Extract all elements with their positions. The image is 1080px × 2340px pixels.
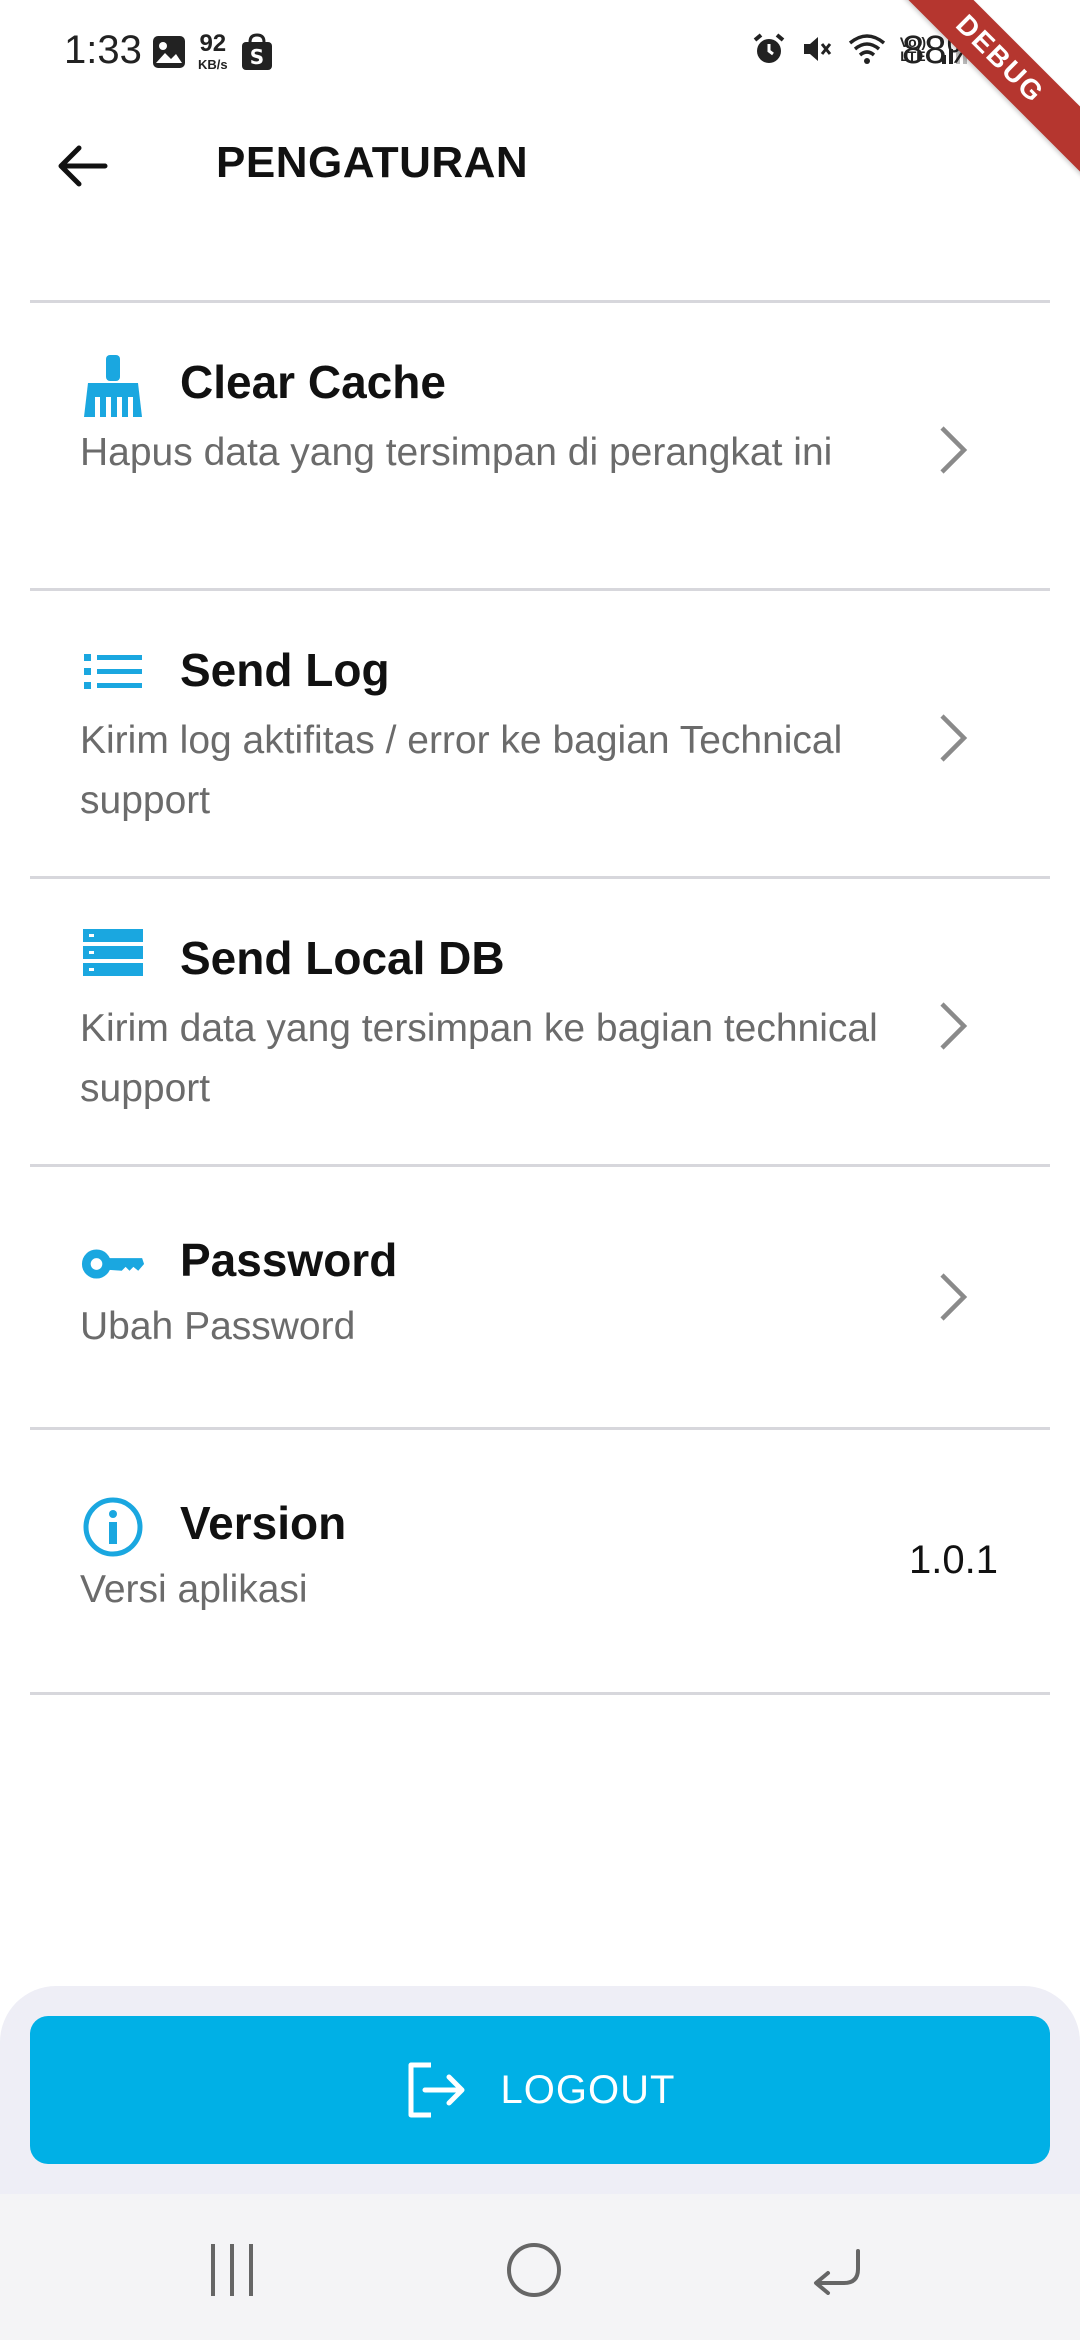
setting-send-log[interactable]: Send Log Kirim log aktifitas / error ke … [30,591,1050,876]
logout-button[interactable]: LOGOUT [30,2016,1050,2164]
chevron-right-icon [928,708,978,768]
setting-title: Clear Cache [180,356,446,408]
database-icon [80,919,146,985]
key-icon [80,1231,146,1297]
system-nav-bar [0,2194,1080,2340]
shopping-bag-icon: S [240,32,274,71]
setting-version: Version Versi aplikasi 1.0.1 [30,1430,1050,1692]
setting-description: Versi aplikasi [80,1568,308,1611]
setting-title: Send Local DB [180,932,505,984]
setting-title: Version [180,1497,347,1549]
network-speed: 92 KB/s [198,30,228,72]
app-bar: PENGATURAN [0,110,1080,220]
logout-icon [408,2062,465,2118]
network-speed-unit: KB/s [198,57,228,72]
alarm-icon [752,32,786,66]
info-icon [80,1494,146,1560]
svg-text:S: S [249,45,263,69]
network-speed-value: 92 [199,30,227,57]
settings-list: Clear Cache Hapus data yang tersimpan di… [30,300,1050,1695]
setting-description: Ubah Password [80,1305,356,1348]
status-time: 1:33 [64,28,142,72]
setting-password[interactable]: Password Ubah Password [30,1167,1050,1427]
status-bar: 1:33 92 KB/s S Vo)) LTE 88% DEBUG [0,0,1080,182]
wifi-icon [848,33,886,65]
setting-description: Kirim log aktifitas / error ke bagian Te… [80,719,843,822]
list-icon [80,639,146,705]
back-button[interactable] [44,128,120,204]
chevron-right-icon [928,996,978,1056]
gallery-icon [152,35,186,69]
mute-icon [800,32,834,66]
page-title: PENGATURAN [216,138,529,187]
setting-description: Hapus data yang tersimpan di perangkat i… [80,431,833,474]
setting-send-local-db[interactable]: Send Local DB Kirim data yang tersimpan … [30,879,1050,1164]
setting-title: Send Log [180,644,390,696]
arrow-left-icon [58,145,108,187]
broom-icon [80,353,146,419]
recent-apps-button[interactable] [192,2230,272,2310]
divider [30,1692,1050,1695]
version-value: 1.0.1 [909,1538,998,1582]
setting-clear-cache[interactable]: Clear Cache Hapus data yang tersimpan di… [30,303,1050,588]
chevron-right-icon [928,1267,978,1327]
back-nav-button[interactable] [796,2230,876,2310]
home-icon [507,2243,561,2297]
recent-apps-icon [211,2244,253,2296]
chevron-right-icon [928,420,978,480]
setting-title: Password [180,1234,398,1286]
back-nav-icon [814,2249,860,2295]
logout-label: LOGOUT [500,2067,676,2112]
home-button[interactable] [494,2230,574,2310]
setting-description: Kirim data yang tersimpan ke bagian tech… [80,1007,878,1110]
